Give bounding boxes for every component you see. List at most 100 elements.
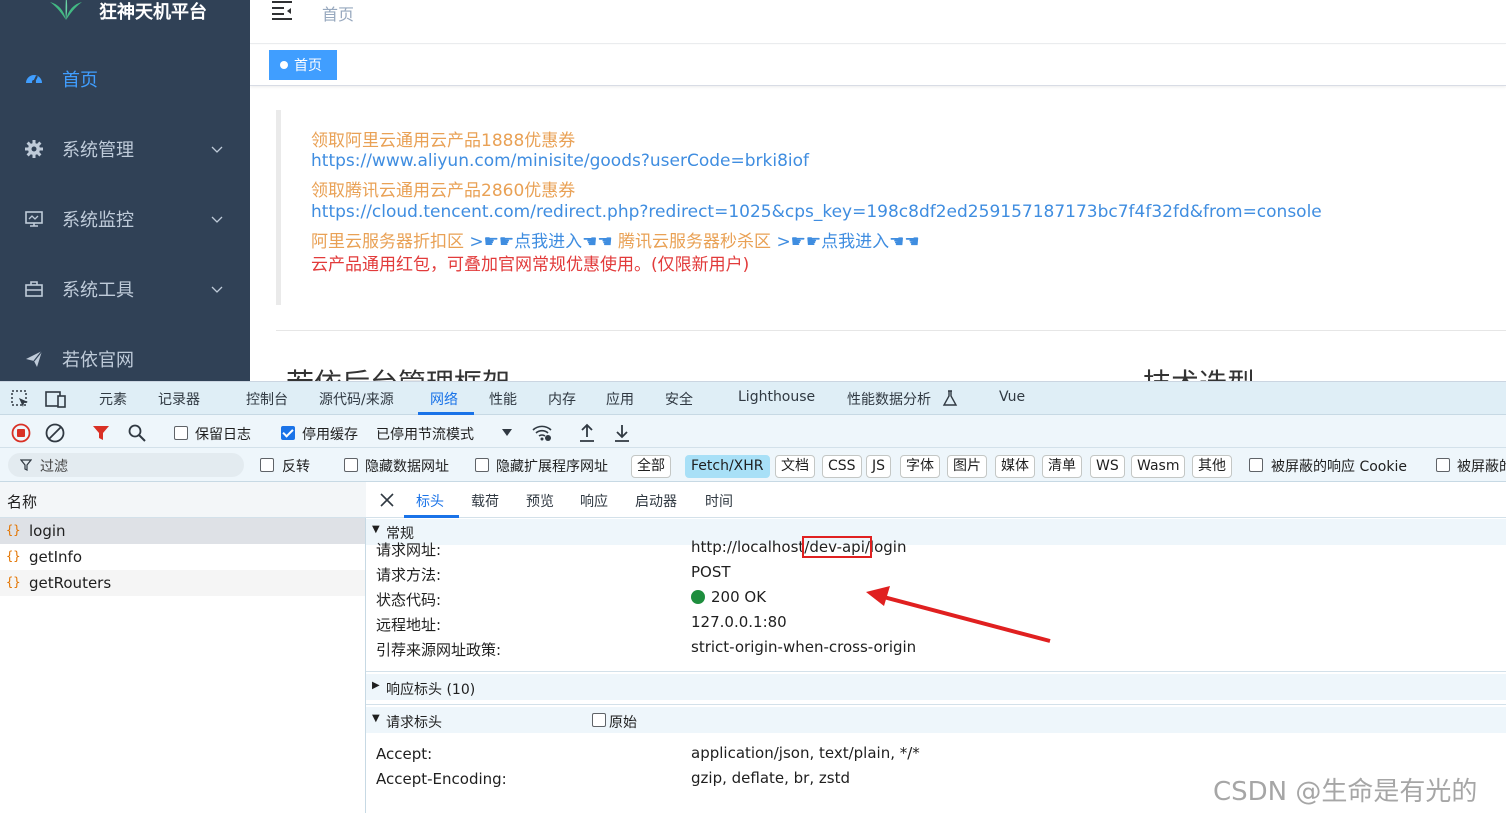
- tab-headers[interactable]: 标头: [416, 491, 444, 511]
- import-har-icon[interactable]: [578, 423, 596, 443]
- throttle-select[interactable]: 已停用节流模式: [376, 424, 474, 444]
- search-icon[interactable]: [127, 423, 147, 443]
- tab-performance[interactable]: 性能: [489, 389, 517, 409]
- type-filter-doc[interactable]: 文档: [775, 455, 815, 478]
- clear-icon[interactable]: [45, 423, 65, 443]
- sidebar-item-system-monitor[interactable]: 系统监控: [0, 191, 250, 247]
- device-toolbar-icon[interactable]: [45, 389, 67, 409]
- screenshot-root: 狂神天机平台 首页 系统管理 系统监控 系统工具 若依官网 首页 首页 领取阿里…: [0, 0, 1506, 813]
- hide-extension-urls-label: 隐藏扩展程序网址: [496, 459, 608, 475]
- hamburger-icon[interactable]: [271, 0, 293, 20]
- network-conditions-icon[interactable]: [531, 423, 553, 443]
- filter-icon: [20, 459, 32, 471]
- breadcrumb[interactable]: 首页: [322, 1, 354, 25]
- chevron-down-icon: [211, 216, 223, 223]
- promo-text: 云产品通用红包，可叠加官网常规优惠使用。(仅限新用户): [311, 255, 750, 275]
- header-value: gzip, deflate, br, zstd: [691, 769, 850, 787]
- tab-lighthouse[interactable]: Lighthouse: [738, 389, 815, 405]
- promo-link[interactable]: >☛☛点我进入☚☚: [469, 232, 612, 252]
- sidebar-item-ruoyi-site[interactable]: 若依官网: [0, 331, 250, 381]
- blocked-cookies-checkbox[interactable]: [1249, 458, 1263, 472]
- type-filter-css[interactable]: CSS: [822, 455, 862, 478]
- type-filter-other[interactable]: 其他: [1192, 455, 1232, 478]
- sidebar-item-label: 首页: [62, 70, 98, 91]
- blocked-requests-checkbox[interactable]: [1436, 458, 1450, 472]
- invert-label: 反转: [282, 459, 310, 475]
- export-har-icon[interactable]: [613, 423, 631, 443]
- promo-link[interactable]: https://cloud.tencent.com/redirect.php?r…: [311, 202, 1322, 222]
- tab-performance-insights[interactable]: 性能数据分析: [847, 389, 931, 409]
- dashboard-icon: [24, 69, 44, 89]
- request-url-value: http://localhost/dev-api/login: [691, 536, 906, 558]
- tab-vue[interactable]: Vue: [999, 389, 1025, 405]
- raw-checkbox[interactable]: [592, 713, 606, 727]
- general-key: 远程地址:: [376, 616, 442, 634]
- filter-input[interactable]: 过滤: [8, 453, 244, 477]
- tab-application[interactable]: 应用: [606, 389, 634, 409]
- status-dot-icon: [691, 590, 705, 604]
- type-filter-fetch-xhr[interactable]: Fetch/XHR: [685, 455, 770, 478]
- active-tab-indicator: [404, 515, 459, 518]
- preserve-log-checkbox[interactable]: [174, 426, 188, 440]
- tab-sources[interactable]: 源代码/来源: [319, 389, 394, 409]
- type-filter-all[interactable]: 全部: [631, 455, 671, 478]
- response-headers-section-header[interactable]: ▶ 响应标头 (10): [366, 674, 1506, 700]
- general-key: 请求方法:: [376, 566, 442, 584]
- triangle-right-icon: ▶: [372, 680, 380, 691]
- promo-link[interactable]: >☛☛点我进入☚☚: [776, 232, 919, 252]
- stop-recording-icon[interactable]: [11, 423, 31, 443]
- type-filter-font[interactable]: 字体: [900, 455, 940, 478]
- general-section-header[interactable]: ▼ 常规: [366, 519, 1506, 545]
- tab-memory[interactable]: 内存: [548, 389, 576, 409]
- type-filter-img[interactable]: 图片: [947, 455, 987, 478]
- annotation-arrow-icon: [866, 586, 1051, 643]
- request-row[interactable]: {} getInfo: [0, 544, 365, 570]
- toolbox-icon: [24, 279, 44, 299]
- promo-link[interactable]: https://www.aliyun.com/minisite/goods?us…: [311, 151, 809, 171]
- request-row[interactable]: {} login: [0, 518, 365, 544]
- tab-recorder[interactable]: 记录器: [158, 389, 200, 409]
- filter-funnel-icon[interactable]: [92, 424, 110, 442]
- xhr-icon: {}: [6, 575, 21, 589]
- tab-response[interactable]: 响应: [580, 491, 608, 511]
- promo-text: 腾讯云服务器秒杀区: [618, 232, 772, 252]
- chevron-down-icon: [211, 286, 223, 293]
- request-name: getRouters: [29, 574, 112, 592]
- type-filter-ws[interactable]: WS: [1090, 455, 1125, 478]
- request-list-header[interactable]: 名称: [0, 482, 366, 518]
- request-headers-section-header[interactable]: ▼ 请求标头 原始: [366, 707, 1506, 733]
- sidebar-item-system-tools[interactable]: 系统工具: [0, 261, 250, 317]
- triangle-down-icon: ▼: [372, 524, 380, 535]
- filter-placeholder: 过滤: [40, 459, 68, 475]
- type-filter-wasm[interactable]: Wasm: [1131, 455, 1186, 478]
- sidebar-item-label: 系统监控: [62, 210, 134, 231]
- tab-payload[interactable]: 载荷: [471, 491, 499, 511]
- request-row[interactable]: {} getRouters: [0, 570, 365, 596]
- caret-down-icon[interactable]: [501, 428, 513, 438]
- monitor-icon: [24, 209, 44, 229]
- network-toolbar: 保留日志 停用缓存 已停用节流模式: [0, 415, 1506, 448]
- tab-elements[interactable]: 元素: [99, 389, 127, 409]
- sidebar-item-label: 若依官网: [62, 350, 134, 371]
- type-filter-manifest[interactable]: 清单: [1042, 455, 1082, 478]
- inspect-element-icon[interactable]: [10, 389, 30, 409]
- close-icon[interactable]: [380, 493, 394, 507]
- tab-network[interactable]: 网络: [430, 389, 458, 409]
- sidebar-item-system-admin[interactable]: 系统管理: [0, 121, 250, 177]
- hide-data-urls-checkbox[interactable]: [344, 458, 358, 472]
- disable-cache-checkbox[interactable]: [281, 426, 295, 440]
- tab-security[interactable]: 安全: [665, 389, 693, 409]
- sidebar-item-home[interactable]: 首页: [0, 51, 250, 107]
- tab-console[interactable]: 控制台: [246, 389, 288, 409]
- raw-label: 原始: [609, 715, 637, 731]
- tab-preview[interactable]: 预览: [526, 491, 554, 511]
- section-title: 响应标头 (10): [386, 682, 476, 698]
- type-filter-media[interactable]: 媒体: [995, 455, 1035, 478]
- hide-extension-urls-checkbox[interactable]: [475, 458, 489, 472]
- logo[interactable]: 狂神天机平台: [0, 0, 250, 30]
- tag-home[interactable]: 首页: [269, 50, 337, 80]
- type-filter-js[interactable]: JS: [866, 455, 892, 478]
- tab-timing[interactable]: 时间: [705, 491, 733, 511]
- invert-checkbox[interactable]: [260, 458, 274, 472]
- tab-initiator[interactable]: 启动器: [635, 491, 677, 511]
